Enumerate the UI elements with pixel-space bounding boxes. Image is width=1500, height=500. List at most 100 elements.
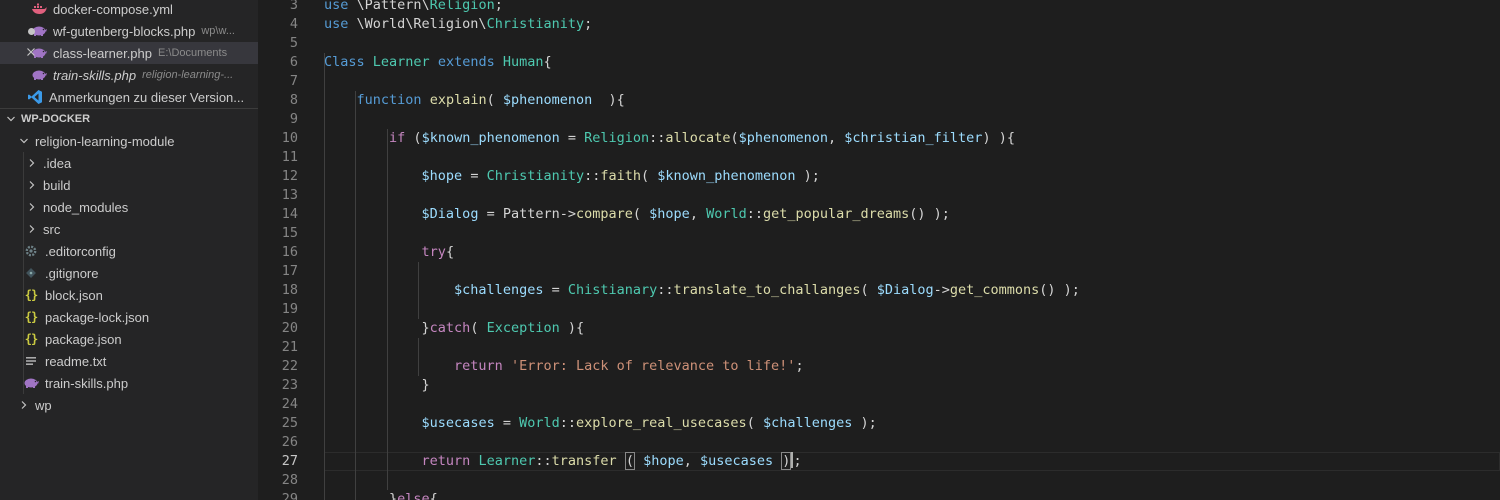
tree-item[interactable]: .idea (0, 152, 258, 174)
php-icon (22, 375, 40, 391)
code-line[interactable]: 11 (258, 148, 1500, 167)
code-line[interactable]: 22 return 'Error: Lack of relevance to l… (258, 357, 1500, 376)
code-line[interactable]: 17 (258, 262, 1500, 281)
open-editor-path: religion-learning-... (142, 69, 234, 81)
code-line[interactable]: 8 function explain( $phenomenon ){ (258, 91, 1500, 110)
code-token: $challenges (762, 415, 853, 431)
code-line[interactable]: 3 use \Pattern\Religion; (258, 0, 1500, 15)
code-text: }else{ (324, 490, 438, 500)
tree-item[interactable]: .editorconfig (0, 240, 258, 262)
tree-item[interactable]: {} block.json (0, 284, 258, 306)
code-line[interactable]: 20 }catch( Exception ){ (258, 319, 1500, 338)
code-token: compare (576, 206, 633, 222)
open-editor-item[interactable]: docker-compose.yml (0, 0, 258, 20)
code-line[interactable]: 18 $challenges = Chistianary::translate_… (258, 281, 1500, 300)
code-token: $usecases (421, 415, 495, 431)
code-line[interactable]: 29 }else{ (258, 490, 1500, 500)
code-line[interactable]: 15 (258, 224, 1500, 243)
code-line[interactable]: 21 (258, 338, 1500, 357)
tree-item[interactable]: train-skills.php (0, 372, 258, 394)
code-line[interactable]: 6 Class Learner extends Human{ (258, 53, 1500, 72)
code-token: $known_phenomenon (421, 130, 560, 146)
tree-item[interactable]: {} package.json (0, 328, 258, 350)
code-token: faith (600, 168, 642, 184)
code-line[interactable]: 14 $Dialog = Pattern->compare( $hope, Wo… (258, 205, 1500, 224)
workspace-section-header[interactable]: WP-DOCKER (0, 108, 258, 130)
close-editor-icon[interactable] (24, 47, 38, 57)
code-line[interactable]: 4 use \World\Religion\Christianity; (258, 15, 1500, 34)
open-editor-name: train-skills.php (53, 67, 137, 83)
code-token: $hope (421, 168, 463, 184)
code-token: () ); (1039, 282, 1080, 298)
code-token: Chistianary (567, 282, 658, 298)
line-number: 26 (281, 434, 298, 450)
line-number: 8 (289, 92, 298, 108)
line-number: 11 (281, 149, 298, 165)
code-token: () ); (909, 206, 950, 222)
tree-item[interactable]: build (0, 174, 258, 196)
code-line[interactable]: 9 (258, 110, 1500, 129)
code-line[interactable]: 25 $usecases = World::explore_real_useca… (258, 414, 1500, 433)
code-token: :: (649, 130, 666, 146)
code-token: explain (429, 92, 487, 108)
code-line[interactable]: 13 (258, 186, 1500, 205)
code-token: $phenomenon (502, 92, 593, 108)
code-line[interactable]: 16 try{ (258, 243, 1500, 262)
code-token: ; (584, 16, 593, 32)
open-editor-item[interactable]: Anmerkungen zu dieser Version... (0, 86, 258, 108)
code-token: Learner (372, 54, 430, 70)
file-name: package-lock.json (45, 309, 150, 325)
line-number: 24 (281, 396, 298, 412)
code-line[interactable]: 27 return Learner::transfer ( $hope, $us… (258, 452, 1500, 471)
open-editor-item[interactable]: class-learner.php E:\Documents (0, 42, 258, 64)
tree-item[interactable]: readme.txt (0, 350, 258, 372)
tree-item[interactable]: .gitignore (0, 262, 258, 284)
code-token: , (828, 130, 845, 146)
code-line[interactable]: 7 (258, 72, 1500, 91)
tree-item[interactable]: src (0, 218, 258, 240)
code-token: { (445, 244, 455, 260)
line-number: 7 (289, 73, 298, 89)
code-text: } (324, 376, 430, 395)
code-line[interactable]: 12 $hope = Christianity::faith( $known_p… (258, 167, 1500, 186)
code-token: Religion (584, 130, 650, 146)
unsaved-dot-icon[interactable] (24, 28, 38, 35)
code-line[interactable]: 10 if ($known_phenomenon = Religion::all… (258, 129, 1500, 148)
chevron-right-icon (24, 221, 40, 237)
line-number: 4 (289, 16, 298, 32)
line-number: 25 (281, 415, 298, 431)
code-token: :: (657, 282, 674, 298)
code-line[interactable]: 5 (258, 34, 1500, 53)
code-text: return Learner::transfer ( $hope, $useca… (324, 452, 802, 471)
tree-item[interactable]: religion-learning-module (0, 130, 258, 152)
line-number: 29 (281, 491, 298, 500)
code-token: = (559, 130, 585, 146)
line-number: 16 (281, 244, 298, 260)
json-icon: {} (24, 288, 38, 302)
tree-item[interactable]: node_modules (0, 196, 258, 218)
code-line[interactable]: 23 } (258, 376, 1500, 395)
code-line[interactable]: 19 (258, 300, 1500, 319)
open-editor-item[interactable]: wf-gutenberg-blocks.php wp\w... (0, 20, 258, 42)
code-token: $hope (649, 206, 690, 222)
folder-name: build (43, 177, 71, 193)
code-token: Religion (429, 0, 495, 13)
code-line[interactable]: 24 (258, 395, 1500, 414)
code-token: \Pattern\ (348, 0, 430, 13)
open-editor-item[interactable]: train-skills.php religion-learning-... (0, 64, 258, 86)
code-text: use \Pattern\Religion; (324, 0, 503, 15)
code-line[interactable]: 28 (258, 471, 1500, 490)
code-token: ); (795, 168, 820, 184)
tree-item[interactable]: {} package-lock.json (0, 306, 258, 328)
tree-item[interactable]: wp (0, 394, 258, 416)
code-token: , (683, 453, 700, 469)
code-editor[interactable]: 3 use \Pattern\Religion; 4 use \World\Relig… (258, 0, 1500, 500)
code-line[interactable]: 26 (258, 433, 1500, 452)
